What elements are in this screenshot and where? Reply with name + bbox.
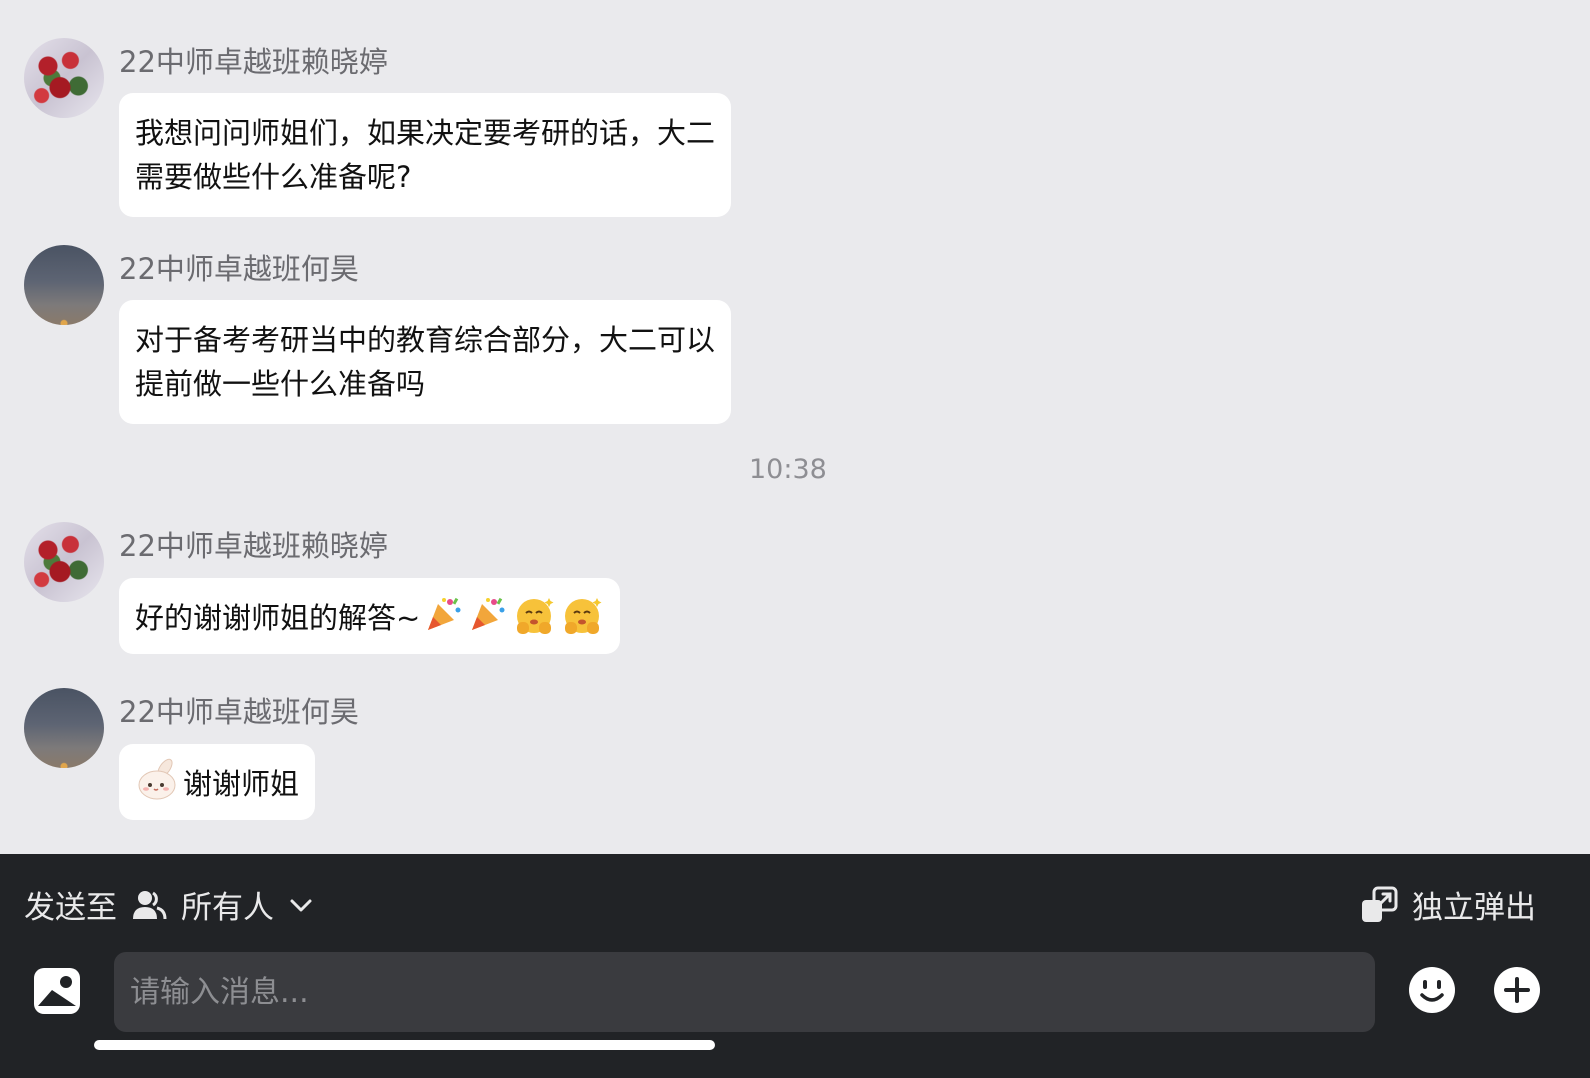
- popout-window-icon: [1362, 886, 1398, 922]
- hugging-face-icon: [517, 598, 554, 634]
- message-text-line: 对于备考考研当中的教育综合部分，大二可以: [135, 323, 716, 357]
- chat-message-area[interactable]: 22中师卓越班赖晓婷 我想问问师姐们，如果决定要考研的话，大二 需要做些什么准备…: [0, 0, 1590, 866]
- chevron-down-icon: [290, 899, 312, 911]
- send-to-label: 发送至: [24, 890, 117, 926]
- avatar[interactable]: [24, 38, 104, 118]
- hugging-face-icon: [565, 598, 602, 634]
- party-popper-icon: [472, 597, 505, 630]
- input-row: [0, 952, 1590, 1032]
- plus-circle-icon[interactable]: [1493, 966, 1541, 1014]
- message-text-line: 提前做一些什么准备吗: [135, 367, 426, 401]
- bunny-sticker-icon: [138, 758, 176, 800]
- message-bubble[interactable]: 好的谢谢师姐的解答~: [119, 578, 621, 654]
- composer-panel: 发送至 所有人 独立弹出: [0, 854, 1590, 1078]
- popout-button[interactable]: 独立弹出: [1360, 882, 1536, 927]
- image-icon[interactable]: [32, 966, 82, 1016]
- message-bubble[interactable]: 对于备考考研当中的教育综合部分，大二可以 提前做一些什么准备吗: [119, 300, 732, 424]
- popout-label: 独立弹出: [1412, 890, 1536, 926]
- message-bubble[interactable]: 谢谢师姐: [119, 744, 316, 820]
- avatar[interactable]: [24, 688, 104, 768]
- message-text: 好的谢谢师姐的解答~: [135, 601, 421, 635]
- send-to-selector[interactable]: 发送至 所有人: [24, 882, 314, 927]
- avatar[interactable]: [24, 245, 104, 325]
- message-text: 谢谢师姐: [183, 767, 300, 801]
- avatar[interactable]: [24, 522, 104, 602]
- message-bubble[interactable]: 我想问问师姐们，如果决定要考研的话，大二 需要做些什么准备呢?: [119, 93, 732, 217]
- sender-name: 22中师卓越班何昊: [119, 252, 359, 286]
- message-input[interactable]: [114, 952, 1375, 1032]
- emoji-smile-icon[interactable]: [1408, 966, 1456, 1014]
- sender-name: 22中师卓越班赖晓婷: [119, 45, 388, 79]
- recipient-value: 所有人: [181, 890, 274, 926]
- home-indicator: [94, 1040, 715, 1050]
- party-popper-icon: [428, 597, 461, 630]
- people-icon: [133, 890, 167, 919]
- sender-name: 22中师卓越班何昊: [119, 695, 359, 729]
- message-text-line: 需要做些什么准备呢?: [135, 160, 412, 194]
- sender-name: 22中师卓越班赖晓婷: [119, 529, 388, 563]
- message-text-line: 我想问问师姐们，如果决定要考研的话，大二: [135, 116, 716, 150]
- timestamp: 10:38: [749, 454, 827, 485]
